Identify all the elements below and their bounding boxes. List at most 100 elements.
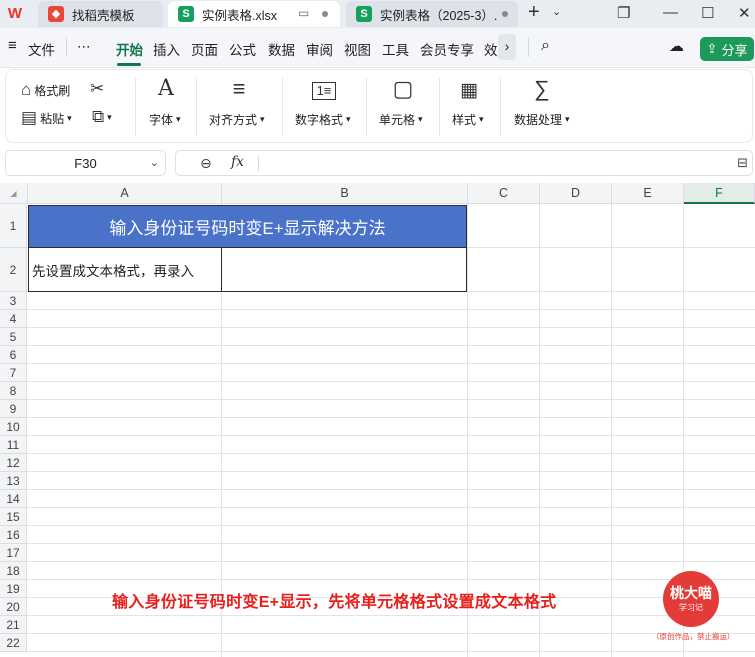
row-header-6[interactable]: 6: [0, 346, 27, 364]
data-process-group-button[interactable]: 数据处理 ▾: [514, 111, 570, 128]
number-format-group-button[interactable]: 数字格式 ▾: [295, 111, 351, 128]
menu-start[interactable]: 开始: [116, 39, 143, 59]
watermark-stamp: 桃大喵 学习记: [663, 571, 719, 627]
row-header-19[interactable]: 19: [0, 580, 27, 598]
row-header-21[interactable]: 21: [0, 616, 27, 634]
paste-button[interactable]: ▤ 粘贴 ▾: [21, 108, 72, 128]
row-header-4[interactable]: 4: [0, 310, 27, 328]
cell-a1-title[interactable]: 输入身份证号码时变E+显示解决方法: [28, 205, 467, 248]
chevron-down-icon[interactable]: ⌄: [150, 156, 159, 169]
restore-window-icon[interactable]: ❐: [617, 4, 630, 22]
font-icon[interactable]: A: [155, 76, 177, 101]
row-header-18[interactable]: 18: [0, 562, 27, 580]
maximize-icon[interactable]: ☐: [701, 4, 714, 22]
chevron-down-icon: ▾: [346, 114, 351, 124]
copy-button[interactable]: ⧉ ▾: [92, 107, 112, 127]
menu-tools[interactable]: 工具: [382, 39, 409, 59]
align-icon[interactable]: ≡: [228, 76, 250, 102]
menu-efficiency[interactable]: 效: [484, 39, 497, 59]
row-header-13[interactable]: 13: [0, 472, 27, 490]
row-header-9[interactable]: 9: [0, 400, 27, 418]
row-header-20[interactable]: 20: [0, 598, 27, 616]
menu-page[interactable]: 页面: [191, 39, 218, 59]
row-header-11[interactable]: 11: [0, 436, 27, 454]
menu-insert[interactable]: 插入: [153, 39, 180, 59]
name-box[interactable]: F30 ⌄: [5, 150, 166, 176]
menu-data[interactable]: 数据: [268, 39, 295, 59]
align-group-button[interactable]: 对齐方式 ▾: [209, 111, 265, 128]
select-all-corner[interactable]: ◢: [0, 183, 28, 204]
gridline: [27, 453, 755, 454]
search-icon[interactable]: ⌕: [541, 37, 550, 55]
font-group-button[interactable]: 字体 ▾: [149, 111, 181, 128]
tab-label: 实例表格.xlsx: [202, 8, 278, 23]
gridline: [27, 345, 755, 346]
row-header-14[interactable]: 14: [0, 490, 27, 508]
gridline: [27, 327, 755, 328]
menu-review[interactable]: 审阅: [306, 39, 333, 59]
spreadsheet-grid[interactable]: ◢ A B C D E F 1 2 3 4 5 6 7 8 9 10 11 12…: [0, 183, 755, 657]
row-header-15[interactable]: 15: [0, 508, 27, 526]
menu-view[interactable]: 视图: [344, 39, 371, 59]
format-painter-button[interactable]: ⌂ 格式刷: [21, 80, 70, 100]
row-header-2[interactable]: 2: [0, 248, 27, 292]
hamburger-icon[interactable]: ≡: [8, 37, 17, 54]
new-tab-icon[interactable]: +: [528, 1, 540, 24]
fx-icon[interactable]: fx: [231, 154, 244, 170]
row-header-17[interactable]: 17: [0, 544, 27, 562]
tab-sheet-active[interactable]: S 实例表格.xlsx ▭: [168, 1, 340, 27]
row-header-10[interactable]: 10: [0, 418, 27, 436]
row-header-3[interactable]: 3: [0, 292, 27, 310]
gridline: [27, 561, 755, 562]
tab-label: 实例表格（2025-3）.: [380, 8, 498, 23]
monitor-icon[interactable]: ▭: [298, 6, 309, 20]
menu-member[interactable]: 会员专享: [420, 39, 474, 59]
gridline: [27, 471, 755, 472]
chevron-right-icon[interactable]: ›: [498, 34, 516, 60]
column-header-a[interactable]: A: [28, 183, 222, 204]
column-header-e[interactable]: E: [612, 183, 684, 204]
unsaved-dot-icon: [322, 11, 328, 17]
cell-b2[interactable]: [221, 248, 467, 292]
ribbon-divider: [500, 78, 501, 136]
gridline: [611, 204, 612, 657]
tab-sheet-2[interactable]: S 实例表格（2025-3）.: [346, 1, 518, 27]
cell-label: 单元格: [379, 113, 416, 127]
column-header-b[interactable]: B: [222, 183, 468, 204]
cell-icon[interactable]: ▢: [392, 76, 414, 102]
menu-formula[interactable]: 公式: [229, 39, 256, 59]
gridline: [27, 651, 755, 652]
sum-icon[interactable]: ∑: [531, 76, 553, 102]
sheet-icon: S: [356, 6, 372, 22]
expand-formula-icon[interactable]: ⊟: [737, 155, 748, 171]
row-header-22[interactable]: 22: [0, 634, 27, 652]
cell-a2[interactable]: 先设置成文本格式，再录入: [28, 248, 222, 292]
style-group-button[interactable]: 样式 ▾: [452, 111, 484, 128]
gridline: [27, 579, 755, 580]
row-header-1[interactable]: 1: [0, 204, 27, 248]
minimize-icon[interactable]: —: [663, 4, 678, 21]
close-icon[interactable]: ✕: [738, 4, 751, 22]
column-header-f[interactable]: F: [684, 183, 755, 204]
menu-more[interactable]: ⋯: [77, 39, 91, 55]
row-header-5[interactable]: 5: [0, 328, 27, 346]
number-format-icon[interactable]: 1≡: [312, 82, 336, 100]
row-header-7[interactable]: 7: [0, 364, 27, 382]
zoom-search-icon[interactable]: ⊖: [200, 155, 212, 172]
chevron-down-icon[interactable]: ⌄: [552, 5, 561, 18]
column-header-c[interactable]: C: [468, 183, 540, 204]
clipboard-icon: ▤: [21, 108, 38, 127]
menu-file[interactable]: 文件: [28, 39, 55, 59]
row-header-8[interactable]: 8: [0, 382, 27, 400]
cell-group-button[interactable]: 单元格 ▾: [379, 111, 423, 128]
share-button[interactable]: ⇪ 分享: [700, 37, 754, 61]
wps-logo-icon[interactable]: W: [6, 5, 24, 23]
row-header-16[interactable]: 16: [0, 526, 27, 544]
tab-docer[interactable]: ◆ 找稻壳模板: [38, 1, 163, 27]
row-header-12[interactable]: 12: [0, 454, 27, 472]
formula-input[interactable]: ⊖ fx ⊟: [175, 150, 753, 176]
style-icon[interactable]: ▦: [457, 79, 481, 102]
cut-button[interactable]: ✂: [90, 79, 104, 99]
cloud-upload-icon[interactable]: ☁: [669, 37, 684, 55]
column-header-d[interactable]: D: [540, 183, 612, 204]
